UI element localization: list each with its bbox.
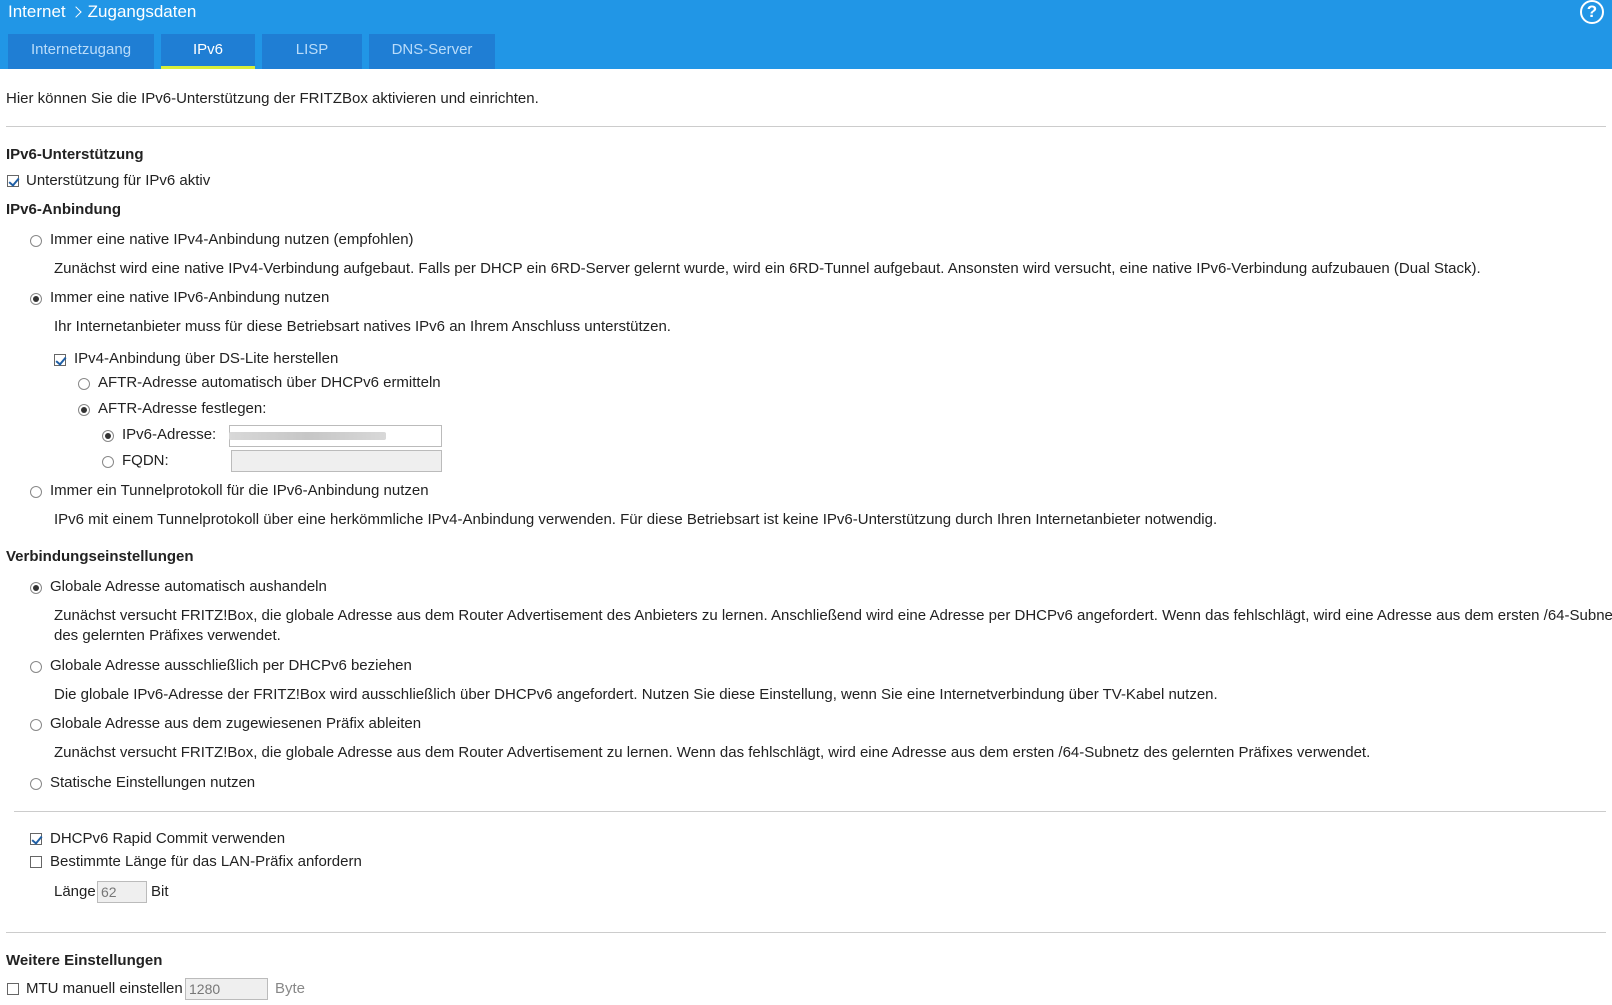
aftr-manual-radio[interactable] <box>78 404 90 416</box>
binding-tunnel-label[interactable]: Immer ein Tunnelprotokoll für die IPv6-A… <box>50 481 429 501</box>
aftr-fqdn-input[interactable] <box>231 450 442 472</box>
breadcrumb-zugangsdaten: Zugangsdaten <box>87 2 197 21</box>
chevron-right-icon <box>69 6 82 18</box>
conn-prefix-desc: Zunächst versucht FRITZ!Box, die globale… <box>54 744 1371 761</box>
ipv6-support-checkbox[interactable] <box>7 175 19 187</box>
mtu-label[interactable]: MTU manuell einstellen <box>26 979 183 999</box>
binding-native-ipv6-desc: Ihr Internetanbieter muss für diese Betr… <box>54 318 671 335</box>
binding-heading: IPv6-Anbindung <box>6 201 121 218</box>
tab-ipv6[interactable]: IPv6 <box>161 34 255 69</box>
aftr-manual-label[interactable]: AFTR-Adresse festlegen: <box>98 399 266 419</box>
breadcrumb-internet[interactable]: Internet <box>8 1 66 23</box>
binding-native-ipv6-label[interactable]: Immer eine native IPv6-Anbindung nutzen <box>50 288 329 308</box>
conn-static-radio[interactable] <box>30 778 42 790</box>
conn-dhcpv6-label[interactable]: Globale Adresse ausschließlich per DHCPv… <box>50 656 412 676</box>
binding-native-ipv6-radio[interactable] <box>30 293 42 305</box>
divider <box>14 811 1606 812</box>
prefix-length-checkbox[interactable] <box>30 856 42 868</box>
intro-text: Hier können Sie die IPv6-Unterstützung d… <box>6 90 539 107</box>
redacted-value <box>229 432 386 440</box>
prefix-length-label[interactable]: Bestimmte Länge für das LAN-Präfix anfor… <box>50 852 362 872</box>
tab-dns-server[interactable]: DNS-Server <box>369 34 495 69</box>
conn-auto-desc: Zunächst versucht FRITZ!Box, die globale… <box>54 607 1612 624</box>
mtu-input[interactable]: 1280 <box>185 978 268 1000</box>
length-unit: Bit <box>151 883 169 900</box>
mtu-checkbox[interactable] <box>7 983 19 995</box>
binding-native-ipv4-desc: Zunächst wird eine native IPv4-Verbindun… <box>54 260 1481 277</box>
conn-static-label[interactable]: Statische Einstellungen nutzen <box>50 773 255 793</box>
aftr-auto-radio[interactable] <box>78 378 90 390</box>
length-input[interactable]: 62 <box>97 881 147 903</box>
help-icon[interactable]: ? <box>1580 0 1604 24</box>
header-bar: Internet Zugangsdaten ? Internetzugang I… <box>0 0 1612 69</box>
support-heading: IPv6-Unterstützung <box>6 146 144 163</box>
connection-heading: Verbindungseinstellungen <box>6 548 194 565</box>
aftr-ipv6-radio[interactable] <box>102 430 114 442</box>
aftr-fqdn-label[interactable]: FQDN: <box>122 451 169 471</box>
conn-auto-desc-cont: des gelernten Präfixes verwendet. <box>54 627 281 644</box>
dslite-checkbox[interactable] <box>54 354 66 366</box>
breadcrumb: Internet Zugangsdaten <box>8 1 196 23</box>
mtu-unit: Byte <box>275 980 306 997</box>
binding-tunnel-desc: IPv6 mit einem Tunnelprotokoll über eine… <box>54 511 1218 528</box>
conn-prefix-radio[interactable] <box>30 719 42 731</box>
conn-auto-label[interactable]: Globale Adresse automatisch aushandeln <box>50 577 327 597</box>
aftr-ipv6-label[interactable]: IPv6-Adresse: <box>122 425 216 445</box>
tab-internetzugang[interactable]: Internetzugang <box>8 34 154 69</box>
rapid-commit-label[interactable]: DHCPv6 Rapid Commit verwenden <box>50 829 285 849</box>
tab-bar: Internetzugang IPv6 LISP DNS-Server <box>8 34 502 69</box>
length-label: Länge <box>54 883 96 900</box>
dslite-label[interactable]: IPv4-Anbindung über DS-Lite herstellen <box>74 349 338 369</box>
binding-tunnel-radio[interactable] <box>30 486 42 498</box>
aftr-auto-label[interactable]: AFTR-Adresse automatisch über DHCPv6 erm… <box>98 373 441 393</box>
conn-dhcpv6-radio[interactable] <box>30 661 42 673</box>
conn-dhcpv6-desc: Die globale IPv6-Adresse der FRITZ!Box w… <box>54 686 1218 703</box>
divider <box>6 932 1606 933</box>
tab-lisp[interactable]: LISP <box>262 34 362 69</box>
conn-prefix-label[interactable]: Globale Adresse aus dem zugewiesenen Prä… <box>50 714 421 734</box>
rapid-commit-checkbox[interactable] <box>30 833 42 845</box>
conn-auto-radio[interactable] <box>30 582 42 594</box>
binding-native-ipv4-label[interactable]: Immer eine native IPv4-Anbindung nutzen … <box>50 230 414 250</box>
binding-native-ipv4-radio[interactable] <box>30 235 42 247</box>
more-heading: Weitere Einstellungen <box>6 952 163 969</box>
ipv6-support-label[interactable]: Unterstützung für IPv6 aktiv <box>26 171 210 191</box>
aftr-fqdn-radio[interactable] <box>102 456 114 468</box>
divider <box>6 126 1606 127</box>
